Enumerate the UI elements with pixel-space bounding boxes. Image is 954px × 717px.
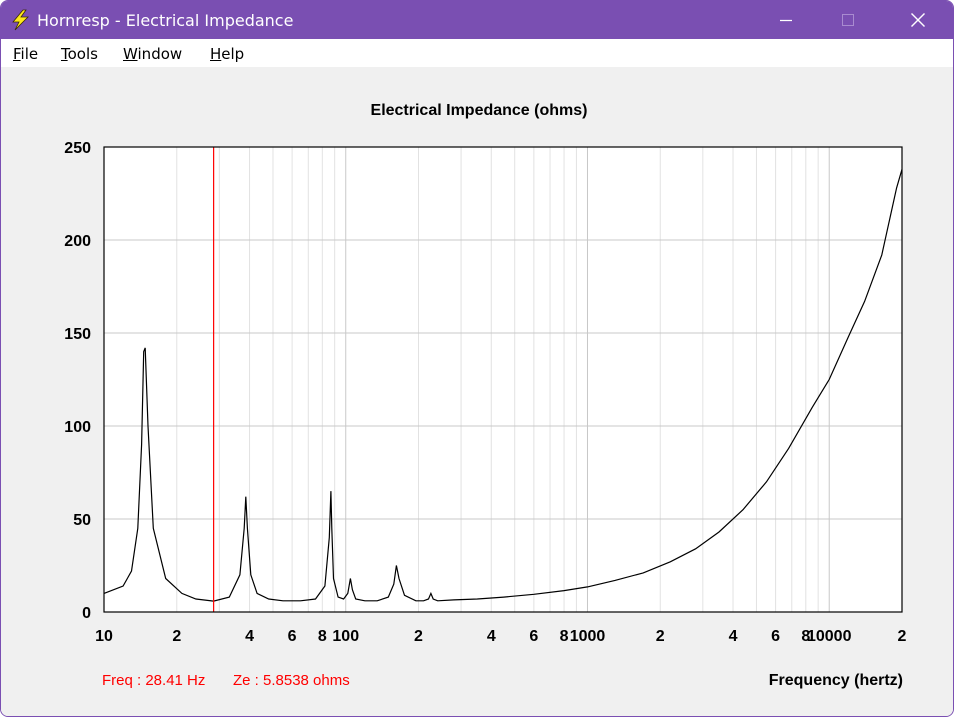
title-bar[interactable]: Hornresp - Electrical Impedance (1, 1, 953, 39)
impedance-chart[interactable]: Electrical Impedance (ohms) 0 50 100 150 200… (1, 67, 953, 716)
x-tick-label: 2 (172, 628, 181, 645)
menu-bar: File Tools Window Help (1, 39, 953, 67)
close-icon (911, 13, 925, 27)
freq-readout: Freq : 28.41 Hz (102, 672, 205, 689)
x-tick-label: 10000 (807, 628, 852, 645)
maximize-icon (842, 14, 854, 26)
x-tick-label: 8 (318, 628, 327, 645)
x-tick-label: 1000 (570, 628, 606, 645)
x-tick-label: 8 (560, 628, 569, 645)
x-tick-label: 10 (95, 628, 113, 645)
x-tick-labels: 10 2 4 6 8 100 2 4 6 8 1000 2 4 6 810000 2 (95, 628, 906, 645)
x-tick-label: 4 (729, 628, 738, 645)
minimize-button[interactable] (763, 1, 809, 39)
menu-window[interactable]: Window (123, 45, 182, 63)
y-tick-label: 200 (64, 233, 91, 250)
menu-file[interactable]: File (13, 45, 38, 63)
y-tick-labels: 0 50 100 150 200 250 (64, 140, 91, 622)
x-tick-label: 6 (529, 628, 538, 645)
x-tick-label: 6 (771, 628, 780, 645)
x-tick-label: 4 (245, 628, 254, 645)
x-tick-label: 2 (898, 628, 907, 645)
y-tick-label: 0 (82, 605, 91, 622)
maximize-button[interactable] (825, 1, 871, 39)
minimize-icon (780, 19, 792, 22)
menu-tools[interactable]: Tools (61, 45, 98, 63)
y-tick-label: 100 (64, 419, 91, 436)
x-axis-label: Frequency (hertz) (769, 672, 903, 689)
chart-title: Electrical Impedance (ohms) (371, 102, 588, 119)
y-tick-label: 50 (73, 512, 91, 529)
lightning-bolt-icon (12, 9, 29, 31)
x-tick-label: 2 (414, 628, 423, 645)
plot-background (104, 147, 902, 612)
y-tick-label: 150 (64, 326, 91, 343)
chart-area: Electrical Impedance (ohms) 0 50 100 150 200… (1, 67, 953, 716)
menu-help[interactable]: Help (210, 45, 244, 63)
window-title: Hornresp - Electrical Impedance (37, 11, 294, 30)
x-tick-label: 4 (487, 628, 496, 645)
x-tick-label: 6 (288, 628, 297, 645)
hornresp-window: Hornresp - Electrical Impedance File Too… (0, 0, 954, 717)
x-tick-label: 100 (332, 628, 359, 645)
y-tick-label: 250 (64, 140, 91, 157)
ze-readout: Ze : 5.8538 ohms (233, 672, 350, 689)
x-tick-label: 2 (656, 628, 665, 645)
close-button[interactable] (895, 1, 941, 39)
